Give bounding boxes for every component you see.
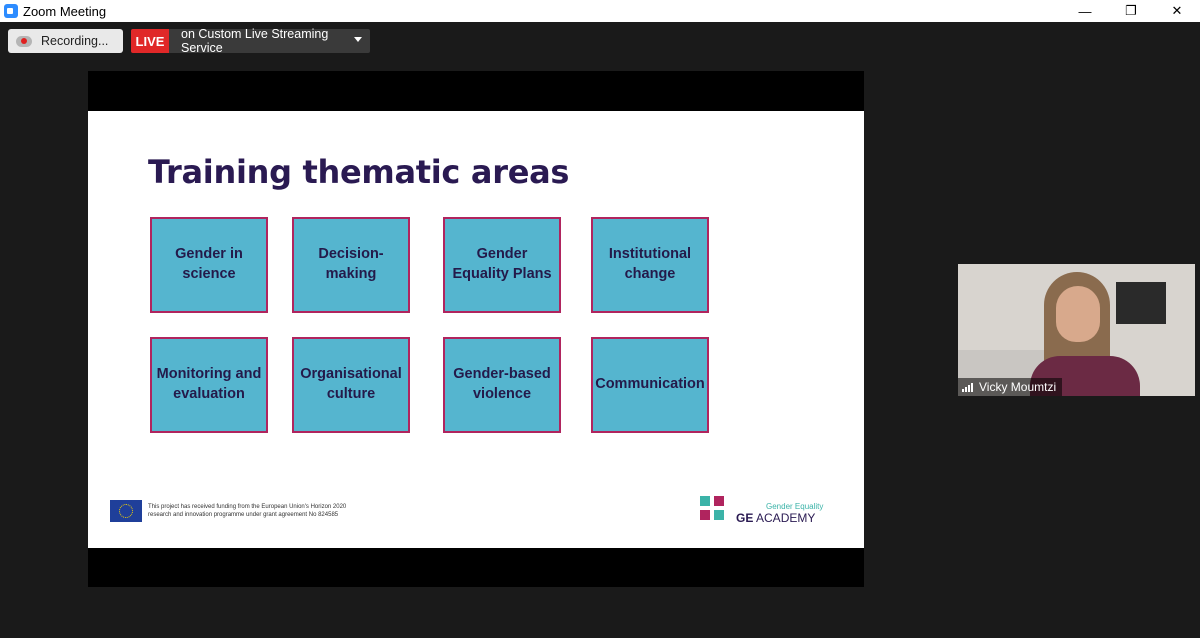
ge-academy-tagline: Gender Equality (766, 502, 824, 511)
tile-institutional-change: Institutional change (591, 217, 709, 313)
tile-gender-in-science: Gender in science (150, 217, 268, 313)
zoom-app-icon (4, 4, 18, 18)
tile-decision-making: Decision-making (292, 217, 410, 313)
ge-academy-name: GE ACADEMY (736, 511, 815, 525)
live-badge: LIVE (131, 29, 169, 53)
shared-screen: Training thematic areas Gender in scienc… (88, 71, 864, 587)
eu-flag-icon (110, 500, 142, 522)
video-wall-picture (1116, 282, 1166, 324)
live-stream-label: on Custom Live Streaming Service (181, 27, 329, 55)
signal-strength-icon (962, 382, 973, 392)
tile-gender-based-violence: Gender-based violence (443, 337, 561, 433)
participant-name-label: Vicky Moumtzi (958, 378, 1063, 396)
participant-face (1056, 286, 1100, 342)
live-stream-dropdown[interactable]: on Custom Live Streaming Service (169, 27, 370, 55)
tile-monitoring-and-evaluation: Monitoring and evaluation (150, 337, 268, 433)
tile-organisational-culture: Organisational culture (292, 337, 410, 433)
ge-academy-name-rest: ACADEMY (753, 511, 816, 525)
participant-name: Vicky Moumtzi (979, 380, 1057, 394)
funding-notice: This project has received funding from t… (148, 504, 347, 519)
participant-video[interactable]: Vicky Moumtzi (958, 264, 1195, 396)
ge-academy-name-bold: GE (736, 511, 754, 525)
ge-academy-logo-icon (700, 496, 728, 524)
recording-button[interactable]: Recording... (8, 29, 123, 53)
window-title: Zoom Meeting (23, 3, 107, 19)
presentation-slide: Training thematic areas Gender in scienc… (88, 111, 864, 548)
tile-communication: Communication (591, 337, 709, 433)
window-titlebar: Zoom Meeting — ❐ ✕ (0, 0, 1200, 22)
cloud-recording-icon (16, 35, 32, 47)
tile-gender-equality-plans: Gender Equality Plans (443, 217, 561, 313)
minimize-icon[interactable]: — (1062, 0, 1108, 22)
recording-label: Recording... (41, 34, 109, 48)
restore-icon[interactable]: ❐ (1108, 0, 1154, 22)
close-icon[interactable]: ✕ (1154, 0, 1200, 22)
meeting-toolbar: Recording... LIVE on Custom Live Streami… (0, 22, 1200, 60)
caret-down-icon (354, 37, 362, 42)
slide-title: Training thematic areas (148, 153, 570, 191)
